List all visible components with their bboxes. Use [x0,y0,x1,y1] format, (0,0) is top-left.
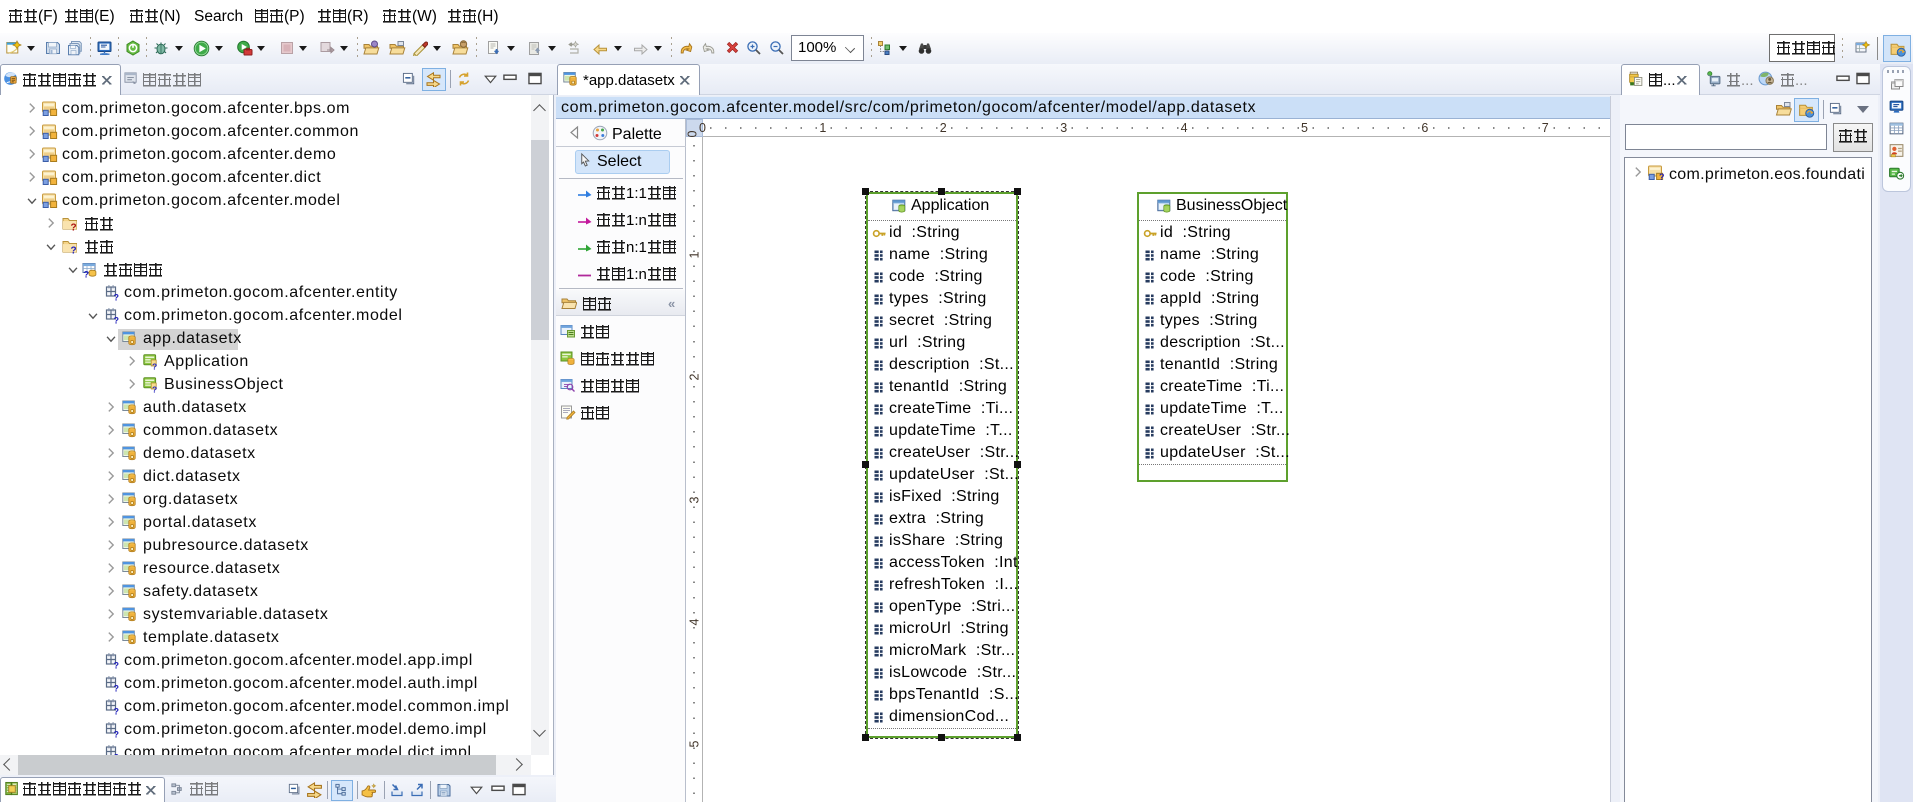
svg-text:?: ? [152,384,157,393]
svg-text:?: ? [114,729,120,738]
svg-text:?: ? [84,269,90,278]
svg-text:?: ? [114,292,120,301]
svg-text:?: ? [114,683,120,692]
svg-text:?: ? [71,246,77,256]
svg-text:?: ? [152,361,157,370]
svg-text:?: ? [71,223,77,233]
svg-text:?: ? [114,315,120,324]
svg-text:?: ? [114,660,120,669]
svg-text:?: ? [1659,172,1664,181]
svg-text:?: ? [114,706,120,715]
